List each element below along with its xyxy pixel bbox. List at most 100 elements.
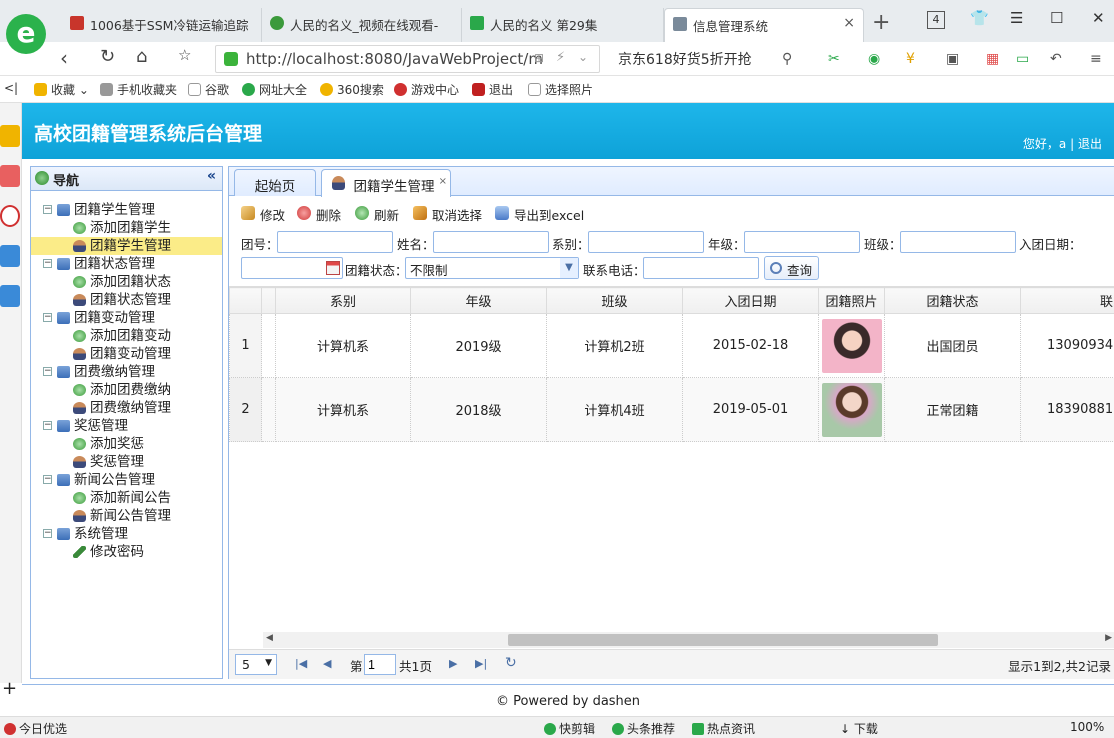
scroll-left-icon[interactable]: ◀: [266, 633, 273, 643]
department-select[interactable]: [588, 231, 704, 253]
nav-item[interactable]: 添加团籍变动: [31, 327, 222, 345]
tab-student-management[interactable]: 团籍学生管理 ×: [321, 169, 451, 197]
nav-group[interactable]: − 团籍变动管理: [31, 309, 222, 327]
nav-item[interactable]: 添加团籍学生: [31, 219, 222, 237]
collapse-toggle-icon[interactable]: −: [43, 421, 52, 430]
zoom-level[interactable]: 100%: [1070, 720, 1104, 734]
shirt-icon[interactable]: 👕: [970, 9, 989, 27]
phone-input[interactable]: [643, 257, 759, 279]
home-icon[interactable]: ⌂: [136, 46, 147, 67]
browser-tab[interactable]: 人民的名义 第29集: [462, 8, 664, 42]
browser-tab-active[interactable]: 信息管理系统 ×: [664, 8, 864, 42]
class-select[interactable]: [900, 231, 1016, 253]
column-header[interactable]: 系别: [275, 287, 411, 314]
collapse-toggle-icon[interactable]: −: [43, 475, 52, 484]
close-window-icon[interactable]: ✕: [1092, 9, 1105, 27]
nav-group[interactable]: − 奖惩管理: [31, 417, 222, 435]
last-page-icon[interactable]: ▶|: [475, 657, 487, 670]
promo-text[interactable]: 京东618好货5折开抢: [618, 49, 752, 69]
bookmark-item[interactable]: 退出: [472, 81, 513, 98]
collapse-toggle-icon[interactable]: −: [43, 367, 52, 376]
nav-item[interactable]: 团籍状态管理: [31, 291, 222, 309]
tab-home[interactable]: 起始页: [234, 169, 316, 196]
nav-group[interactable]: − 新闻公告管理: [31, 471, 222, 489]
reload-icon[interactable]: ↻: [505, 655, 517, 671]
query-button[interactable]: 查询: [764, 256, 820, 280]
nav-item[interactable]: 添加团籍状态: [31, 273, 222, 291]
collapse-toggle-icon[interactable]: −: [43, 313, 52, 322]
logout-link[interactable]: 退出: [1078, 137, 1102, 151]
search-icon[interactable]: ⚲: [782, 51, 792, 67]
picture-icon[interactable]: ▣: [946, 51, 959, 67]
browser-tab[interactable]: 人民的名义_视频在线观看-: [262, 8, 462, 42]
menu-icon[interactable]: ≡: [1090, 51, 1102, 67]
chevron-down-icon[interactable]: ▼: [560, 258, 578, 278]
bookmark-item[interactable]: 谷歌: [188, 81, 229, 98]
collapse-icon[interactable]: «: [207, 168, 216, 184]
new-tab-button[interactable]: +: [872, 10, 890, 35]
nav-item[interactable]: 添加团费缴纳: [31, 381, 222, 399]
nav-item[interactable]: 团籍学生管理: [31, 237, 222, 255]
column-header[interactable]: 联系电话: [1020, 287, 1114, 314]
mail-icon[interactable]: [0, 245, 20, 267]
horizontal-scrollbar[interactable]: ◀ ▶: [263, 632, 1114, 648]
column-header[interactable]: 班级: [546, 287, 683, 314]
nav-group[interactable]: − 团籍学生管理: [31, 201, 222, 219]
nav-group[interactable]: − 团籍状态管理: [31, 255, 222, 273]
undo-icon[interactable]: ↶: [1050, 51, 1062, 67]
scrollbar-thumb[interactable]: [508, 634, 938, 646]
status-item[interactable]: 头条推荐: [612, 720, 675, 737]
column-header[interactable]: 团籍状态: [884, 287, 1021, 314]
bookmark-item[interactable]: 选择照片: [528, 81, 593, 98]
back-icon[interactable]: ‹: [60, 46, 68, 70]
lightning-icon[interactable]: ⚡: [556, 50, 565, 65]
collapse-toggle-icon[interactable]: −: [43, 529, 52, 538]
scissors-icon[interactable]: ✂: [828, 51, 840, 67]
favorites-icon[interactable]: [0, 125, 20, 147]
table-row[interactable]: 2 计算机系 2018级 计算机4班 2019-05-01 正常团籍 18390…: [229, 377, 1114, 442]
battery-icon[interactable]: ▭: [1016, 51, 1029, 67]
bookmark-item[interactable]: 手机收藏夹: [100, 81, 177, 98]
column-header[interactable]: 团籍照片: [818, 287, 885, 314]
chevron-down-icon[interactable]: ⌄: [578, 50, 588, 64]
notes-icon[interactable]: [0, 285, 20, 307]
table-row[interactable]: 1 计算机系 2019级 计算机2班 2015-02-18 出国团员 13090…: [229, 313, 1114, 378]
grade-select[interactable]: [744, 231, 860, 253]
close-tab-icon[interactable]: ×: [439, 176, 447, 187]
menu-icon[interactable]: ☰: [1010, 9, 1023, 27]
maximize-icon[interactable]: ☐: [1050, 9, 1063, 27]
status-item[interactable]: 热点资讯: [692, 720, 755, 737]
page-size-select[interactable]: 5 ▼: [235, 654, 277, 675]
bookmark-item[interactable]: 360搜索: [320, 81, 384, 98]
first-page-icon[interactable]: |◀: [295, 657, 307, 670]
coin-icon[interactable]: ¥: [906, 51, 915, 67]
star-icon[interactable]: ☆: [178, 46, 191, 64]
close-tab-icon[interactable]: ×: [843, 15, 855, 31]
row-checkbox[interactable]: [261, 313, 276, 378]
refresh-button[interactable]: 刷新: [355, 205, 399, 224]
weibo-icon[interactable]: [0, 205, 20, 227]
scroll-right-icon[interactable]: ▶: [1105, 633, 1112, 643]
bookmark-item[interactable]: 网址大全: [242, 81, 307, 98]
nav-item[interactable]: 修改密码: [31, 543, 222, 561]
reload-icon[interactable]: ↻: [100, 46, 115, 67]
nav-group[interactable]: − 系统管理: [31, 525, 222, 543]
bookmark-item[interactable]: 收藏 ⌄: [34, 81, 89, 98]
join-date-input[interactable]: [241, 257, 343, 279]
column-header[interactable]: 年级: [410, 287, 547, 314]
column-header[interactable]: 入团日期: [682, 287, 819, 314]
next-page-icon[interactable]: ▶: [449, 657, 457, 670]
delete-button[interactable]: 删除: [297, 205, 341, 224]
bookmark-item[interactable]: 游戏中心: [394, 81, 459, 98]
status-select[interactable]: 不限制 ▼: [405, 257, 579, 279]
nav-group[interactable]: − 团费缴纳管理: [31, 363, 222, 381]
nav-item[interactable]: 新闻公告管理: [31, 507, 222, 525]
status-left[interactable]: 今日优选: [4, 720, 67, 737]
collapse-toggle-icon[interactable]: −: [43, 205, 52, 214]
export-button[interactable]: 导出到excel: [495, 205, 584, 224]
tab-count-button[interactable]: 4: [927, 11, 945, 29]
status-item[interactable]: ↓ 下载: [840, 720, 878, 737]
add-icon[interactable]: +: [2, 678, 17, 699]
nav-item[interactable]: 添加奖惩: [31, 435, 222, 453]
prev-page-icon[interactable]: ◀: [323, 657, 331, 670]
